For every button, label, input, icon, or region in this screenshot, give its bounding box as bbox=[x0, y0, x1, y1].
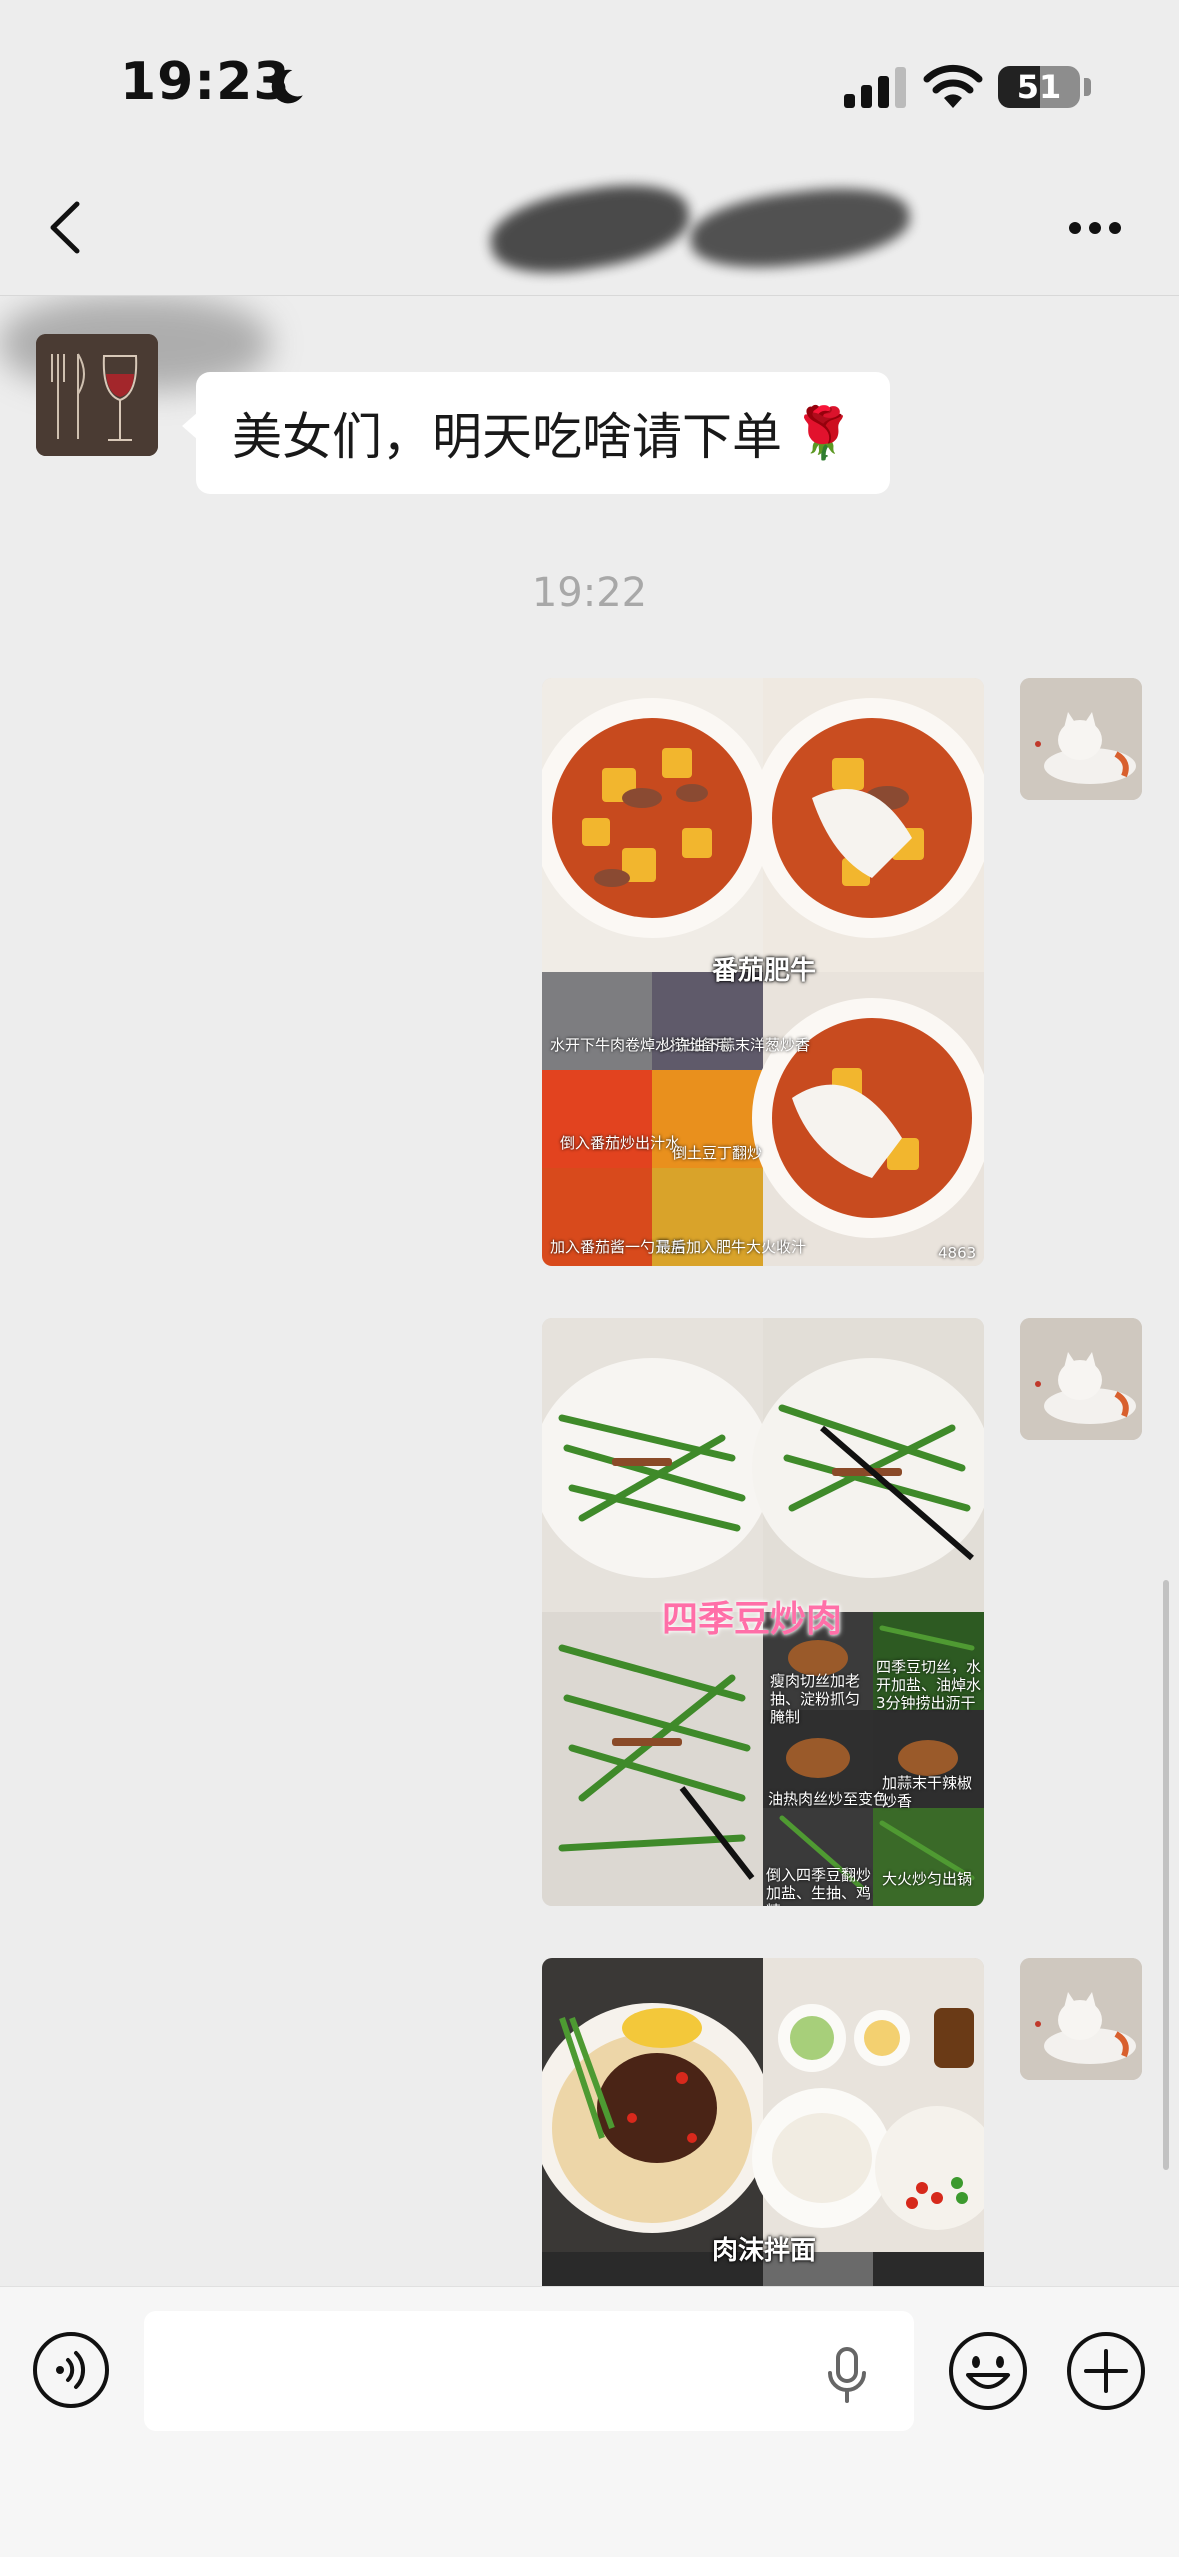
chevron-left-icon[interactable] bbox=[45, 200, 85, 255]
my-avatar[interactable] bbox=[1020, 1318, 1142, 1440]
my-avatar[interactable] bbox=[1020, 678, 1142, 800]
avatar[interactable] bbox=[36, 334, 158, 456]
recipe-step: 油热肉丝炒至变色 bbox=[768, 1790, 889, 1808]
recipe-step: 最后加入肥牛大火收汁 bbox=[656, 1238, 807, 1256]
chat-header bbox=[0, 150, 1179, 296]
smiley-icon[interactable] bbox=[948, 2331, 1028, 2411]
scrollbar[interactable] bbox=[1163, 1580, 1169, 2170]
cat-figurine-image bbox=[1020, 678, 1142, 800]
recipe-step: 大火炒匀出锅 bbox=[882, 1870, 973, 1888]
image-watermark: 4863 bbox=[938, 1244, 977, 1262]
rose-emoji: 🌹 bbox=[792, 403, 855, 462]
image-caption: 肉沫拌面 bbox=[712, 2236, 817, 2266]
recipe-step: 倒入番茄炒出汁水 bbox=[560, 1134, 681, 1152]
voice-icon[interactable] bbox=[32, 2331, 110, 2409]
image-caption: 番茄肥牛 bbox=[712, 956, 817, 986]
image-message-tomato-beef[interactable]: 番茄肥牛 水开下牛肉卷焯水捞出备用 少许油下蒜末洋葱炒香 倒入番茄炒出汁水 倒土… bbox=[542, 678, 984, 1266]
recipe-step: 加蒜末干辣椒炒香 bbox=[882, 1774, 973, 1810]
message-input[interactable] bbox=[144, 2311, 914, 2431]
image-message-green-beans-pork[interactable]: 四季豆炒肉 瘦肉切丝加老抽、淀粉抓匀腌制 四季豆切丝，水开加盐、油焯水3分钟捞出… bbox=[542, 1318, 984, 1906]
cellular-signal-icon bbox=[844, 67, 906, 108]
ellipsis-icon[interactable] bbox=[1068, 220, 1122, 236]
message-text: 美女们，明天吃啥请下单 bbox=[232, 408, 782, 466]
wifi-icon bbox=[923, 64, 983, 108]
message-bubble-text[interactable]: 美女们，明天吃啥请下单 🌹 bbox=[181, 372, 891, 494]
message-list[interactable]: 美女们，明天吃啥请下单 🌹 19:22 番茄肥牛 水开下牛肉卷焯水捞出备用 少许… bbox=[0, 296, 1179, 2286]
redacted-chat-title-2 bbox=[686, 178, 914, 278]
redacted-chat-title bbox=[484, 173, 696, 285]
recipe-step: 少许油下蒜末洋葱炒香 bbox=[660, 1036, 811, 1054]
my-avatar[interactable] bbox=[1020, 1958, 1142, 2080]
recipe-step: 倒土豆丁翻炒 bbox=[672, 1144, 763, 1162]
image-caption: 四季豆炒肉 bbox=[662, 1599, 843, 1640]
cat-figurine-image bbox=[1020, 1958, 1142, 2080]
battery-icon: 51 bbox=[998, 66, 1080, 108]
cat-figurine-image bbox=[1020, 1318, 1142, 1440]
wine-glass-icon bbox=[36, 334, 158, 456]
recipe-step: 倒入四季豆翻炒加盐、生抽、鸡精 bbox=[766, 1866, 872, 1906]
recipe-step: 瘦肉切丝加老抽、淀粉抓匀腌制 bbox=[770, 1672, 861, 1726]
image-message-minced-pork-noodles[interactable]: 肉沫拌面 bbox=[542, 1958, 984, 2286]
moon-icon bbox=[271, 69, 303, 104]
input-bar bbox=[0, 2286, 1179, 2557]
microphone-icon[interactable] bbox=[824, 2345, 870, 2405]
recipe-step: 四季豆切丝，水开加盐、油焯水3分钟捞出沥干 bbox=[876, 1658, 982, 1712]
battery-cap bbox=[1084, 78, 1091, 96]
battery-percent: 51 bbox=[1016, 68, 1062, 106]
status-bar: 19:23 51 bbox=[0, 0, 1179, 150]
plus-circle-icon[interactable] bbox=[1066, 2331, 1146, 2411]
message-timestamp: 19:22 bbox=[531, 570, 648, 616]
